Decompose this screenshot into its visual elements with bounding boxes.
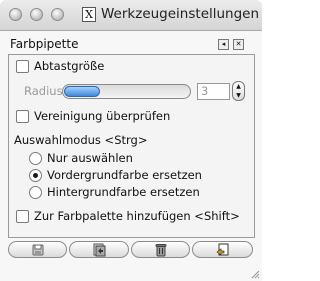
restore-icon bbox=[93, 243, 106, 257]
panel-header: Farbpipette ◂ ✕ bbox=[0, 37, 262, 53]
radius-value-field[interactable]: 3 bbox=[197, 83, 230, 100]
restore-options-button[interactable] bbox=[69, 241, 129, 258]
add-to-palette-checkbox[interactable] bbox=[16, 210, 29, 223]
mode-replace-background-radio[interactable] bbox=[29, 186, 42, 199]
mode-pick-only-radio[interactable] bbox=[29, 152, 42, 165]
x11-icon: X bbox=[82, 7, 96, 22]
radius-label: Radius: bbox=[24, 84, 67, 98]
zoom-window-button[interactable] bbox=[51, 8, 64, 21]
tool-options-window: X Werkzeugeinstellungen Farbpipette ◂ ✕ … bbox=[0, 0, 262, 281]
save-options-button[interactable] bbox=[8, 241, 67, 258]
panel-title: Farbpipette bbox=[10, 37, 79, 51]
panel-close-button[interactable]: ✕ bbox=[233, 39, 244, 50]
delete-options-button[interactable] bbox=[131, 241, 190, 258]
selection-mode-label: Auswahlmodus <Strg> bbox=[14, 133, 148, 147]
merge-checkbox[interactable] bbox=[16, 110, 29, 123]
add-to-palette-label: Zur Farbpalette hinzufügen <Shift> bbox=[34, 209, 240, 223]
title-bar: X Werkzeugeinstellungen bbox=[0, 0, 262, 31]
radius-slider-thumb[interactable] bbox=[64, 86, 100, 97]
save-icon bbox=[32, 244, 43, 256]
mode-replace-foreground-label: Vordergrundfarbe ersetzen bbox=[47, 168, 202, 182]
panel-menu-button[interactable]: ◂ bbox=[218, 39, 229, 50]
radius-slider[interactable] bbox=[62, 84, 191, 99]
close-window-button[interactable] bbox=[9, 8, 22, 21]
reset-icon bbox=[215, 243, 228, 256]
mode-replace-background-label: Hintergrundfarbe ersetzen bbox=[47, 185, 200, 199]
merge-label: Vereinigung überprüfen bbox=[34, 109, 171, 123]
mode-pick-only-label: Nur auswählen bbox=[47, 151, 133, 165]
radius-stepper[interactable]: ▲ ▼ bbox=[232, 81, 245, 101]
sample-size-checkbox[interactable] bbox=[16, 60, 29, 73]
reset-options-button[interactable] bbox=[192, 241, 253, 258]
resize-grip-icon[interactable] bbox=[250, 269, 260, 279]
mode-replace-foreground-radio[interactable] bbox=[29, 169, 42, 182]
window-title: Werkzeugeinstellungen bbox=[101, 6, 260, 22]
trash-icon bbox=[155, 244, 166, 257]
minimize-window-button[interactable] bbox=[30, 8, 43, 21]
sample-size-label: Abtastgröße bbox=[34, 59, 105, 73]
